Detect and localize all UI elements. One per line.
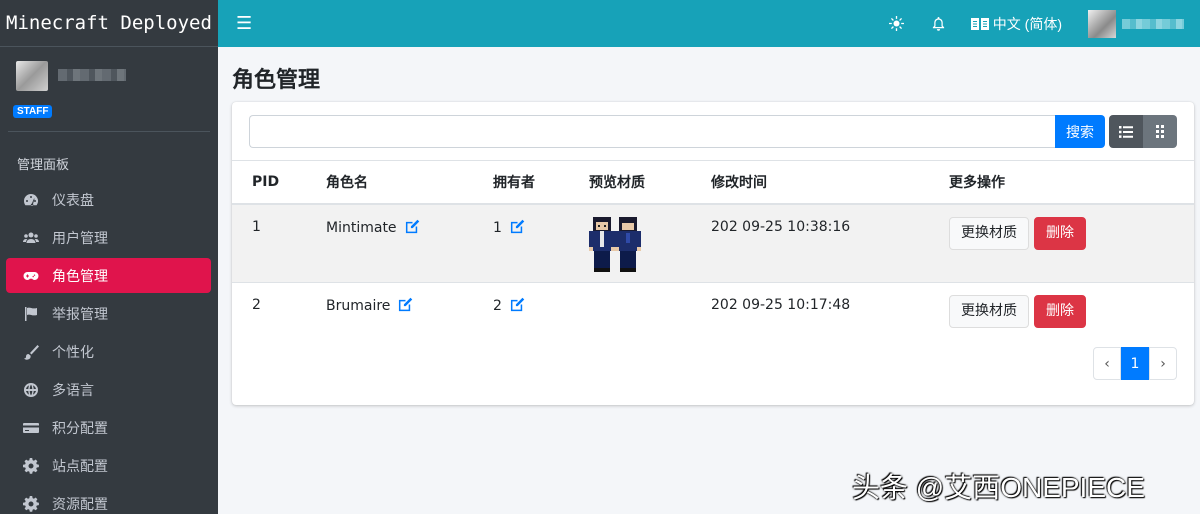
grid-icon [1156,124,1164,138]
character-name: Brumaire [326,298,391,314]
cell-texture [589,204,711,283]
sidebar-item-label: 积分配置 [52,420,108,437]
language-icon [970,17,989,30]
sidebar-item-label: 用户管理 [52,230,108,247]
cell-pid: 2 [252,297,261,313]
column-header-pid[interactable]: PID [232,160,326,205]
table-header-row: PID 角色名 拥有者 预览材质 修改时间 更多操作 [232,160,1194,205]
sidebar-item-label: 多语言 [52,382,94,399]
sidebar-item-reports[interactable]: 举报管理 [6,296,211,331]
globe-icon [22,381,40,399]
gear-icon [22,457,40,475]
brand-text: Minecraft Deployed [6,12,212,34]
menu-toggle-icon[interactable]: ☰ [236,13,252,34]
pagination-page[interactable]: 1 [1121,347,1149,380]
sidebar-item-label: 举报管理 [52,306,108,323]
page-title: 角色管理 [232,68,321,93]
delete-button[interactable]: 删除 [1034,216,1086,250]
cell-actions: 更换材质 删除 [949,204,1194,283]
sidebar-item-label: 站点配置 [52,458,108,475]
flag-icon [22,305,40,323]
search-input[interactable] [249,115,1055,148]
dashboard-icon [22,191,40,209]
characters-table: PID 角色名 拥有者 预览材质 修改时间 更多操作 1 Mintimate 1 [232,160,1194,338]
watermark: 头条 @艾西ONEPIECE [852,472,1145,503]
search-bar: 搜索 [249,115,1177,148]
sidebar-item-resources[interactable]: 资源配置 [6,486,211,514]
user-name-blurred [58,69,126,81]
character-name: Mintimate [326,219,397,236]
owner-id: 2 [493,298,502,314]
cell-name: Mintimate [326,204,493,283]
cell-owner: 1 [493,204,589,283]
user-name-top-blurred[interactable] [1122,18,1184,29]
brand-logo[interactable]: Minecraft Deployed [0,0,218,47]
sidebar-item-site-settings[interactable]: 站点配置 [6,448,211,483]
edit-name-icon[interactable] [405,219,420,234]
gamepad-icon [22,267,40,285]
sidebar: Minecraft Deployed STAFF 管理面板 仪表盘 用户管理 角… [0,0,218,514]
credit-card-icon [22,419,40,437]
cell-texture [589,283,711,338]
user-panel: STAFF [8,47,210,132]
sidebar-item-label: 仪表盘 [52,192,94,209]
list-view-button[interactable] [1109,115,1143,148]
column-header-name[interactable]: 角色名 [326,160,493,205]
grid-view-button[interactable] [1143,115,1177,148]
sidebar-item-label: 个性化 [52,344,94,361]
search-button[interactable]: 搜索 [1055,115,1105,148]
cell-owner: 2 [493,283,589,338]
edit-name-icon[interactable] [398,297,413,312]
column-header-actions: 更多操作 [949,160,1194,205]
sidebar-item-characters[interactable]: 角色管理 [6,258,211,293]
list-icon [1119,125,1133,138]
language-label: 中文 (简体) [992,15,1062,32]
change-texture-button[interactable]: 更换材质 [949,295,1029,328]
column-header-owner[interactable]: 拥有者 [493,160,589,205]
users-icon [22,229,40,247]
sidebar-item-score[interactable]: 积分配置 [6,410,211,445]
staff-badge: STAFF [13,105,53,118]
cell-actions: 更换材质 删除 [949,283,1194,338]
brush-icon [22,343,40,361]
owner-id: 1 [493,219,502,236]
bell-icon[interactable] [929,14,949,34]
view-toggle [1109,115,1177,148]
pagination-next[interactable]: › [1149,347,1177,380]
nav-header: 管理面板 [17,158,70,173]
sidebar-item-label: 资源配置 [52,496,108,513]
sidebar-item-customize[interactable]: 个性化 [6,334,211,369]
theme-icon[interactable] [887,14,907,34]
delete-button[interactable]: 删除 [1034,295,1086,328]
column-header-modified[interactable]: 修改时间 [711,160,949,205]
sidebar-item-users[interactable]: 用户管理 [6,220,211,255]
cog-icon [22,495,40,513]
language-selector[interactable]: 中文 (简体) [970,14,1062,34]
cell-modified: 202 09-25 10:38:16 [711,218,851,235]
sidebar-item-label: 角色管理 [52,268,108,285]
cell-modified: 202 09-25 10:17:48 [711,297,851,313]
topbar: ☰ 中文 (简体) [218,0,1200,47]
user-avatar[interactable] [16,61,48,91]
cell-name: Brumaire [326,283,493,338]
characters-card: 搜索 PID 角色名 拥有者 预览材质 修改时间 更多操作 1 Mintimat… [232,102,1194,405]
change-texture-button[interactable]: 更换材质 [949,216,1029,250]
user-avatar-top[interactable] [1088,9,1116,38]
table-row: 2 Brumaire 2 202 09-25 10:17:48 更换材质 删除 [232,282,1194,338]
column-header-texture: 预览材质 [589,160,711,205]
edit-owner-icon[interactable] [510,297,525,312]
skin-preview[interactable] [589,216,643,273]
pagination: ‹ 1 › [1093,347,1177,380]
edit-owner-icon[interactable] [510,219,525,234]
pagination-prev[interactable]: ‹ [1093,347,1121,380]
sidebar-item-languages[interactable]: 多语言 [6,372,211,407]
cell-pid: 1 [252,218,261,235]
sidebar-item-dashboard[interactable]: 仪表盘 [6,182,211,217]
table-row: 1 Mintimate 1 202 09-25 10:38:16 更换材质 删除 [232,203,1194,283]
